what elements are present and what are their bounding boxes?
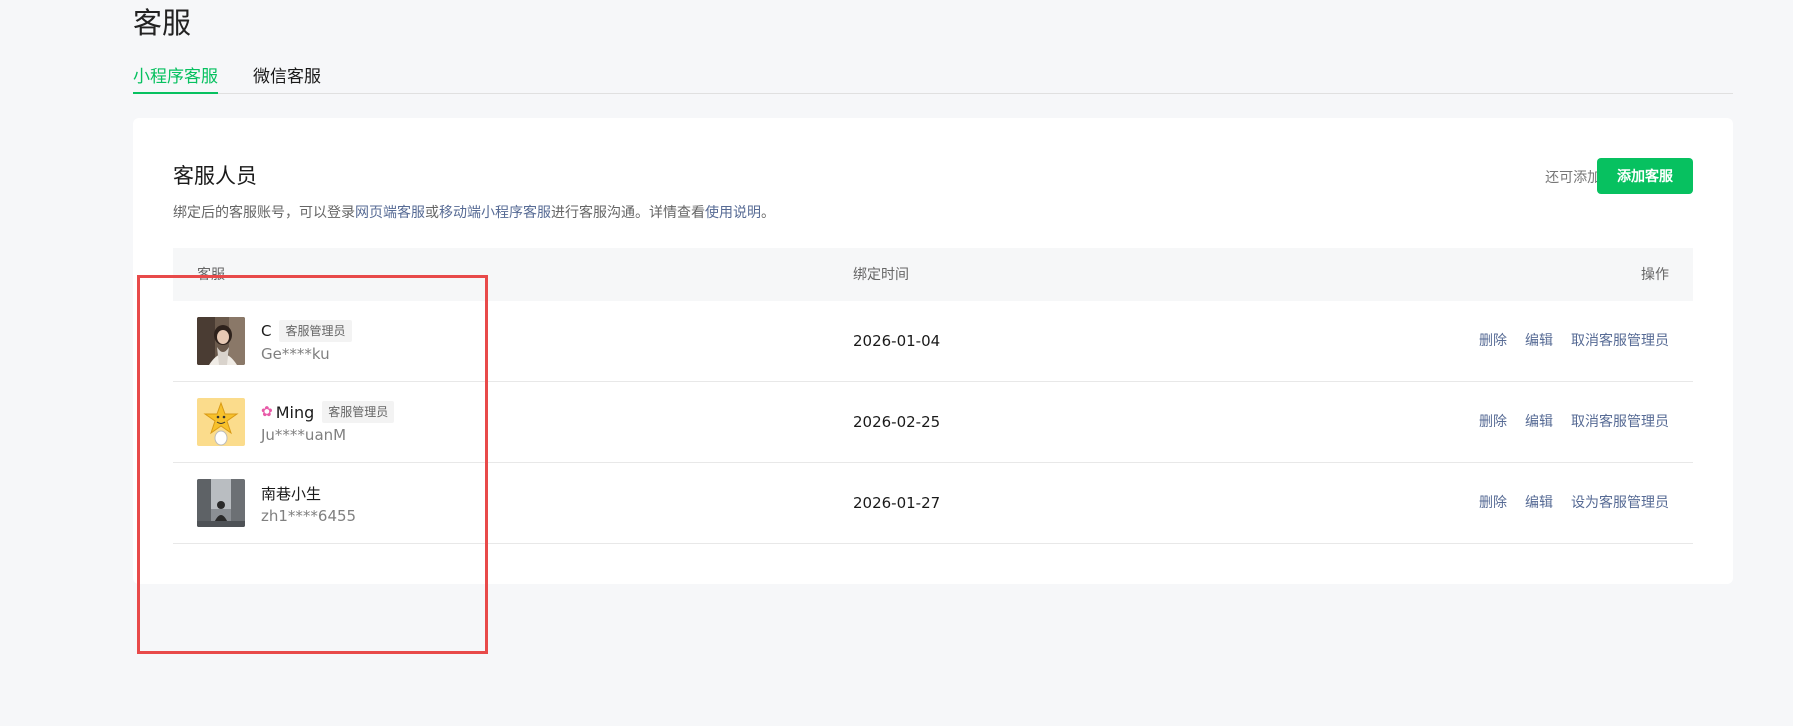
account-id: Ju****uanM <box>261 426 347 444</box>
edit-button[interactable]: 编辑 <box>1525 331 1553 351</box>
bind-time: 2026-02-25 <box>853 413 941 431</box>
name-line: C 客服管理员 <box>261 319 352 343</box>
table-row: 南巷小生 zh1****6455 2026-01-27 删除 编辑 设为客服管理… <box>173 463 1693 544</box>
edit-button[interactable]: 编辑 <box>1525 412 1553 432</box>
nickname: 南巷小生 <box>261 484 322 503</box>
avatar <box>197 317 245 365</box>
delete-button[interactable]: 删除 <box>1479 412 1507 432</box>
usage-guide-link[interactable]: 使用说明 <box>705 205 761 221</box>
column-header-user: 客服 <box>197 267 225 283</box>
web-service-link[interactable]: 网页端客服 <box>355 205 425 221</box>
avatar <box>197 479 245 527</box>
admin-badge: 客服管理员 <box>322 401 395 423</box>
nickname: C <box>261 322 272 340</box>
delete-button[interactable]: 删除 <box>1479 331 1507 351</box>
name-line: 南巷小生 <box>261 481 321 505</box>
row-actions: 删除 编辑 设为客服管理员 <box>1479 493 1669 513</box>
admin-badge: 客服管理员 <box>279 320 352 342</box>
mobile-service-link[interactable]: 移动端小程序客服 <box>439 205 551 221</box>
row-actions: 删除 编辑 取消客服管理员 <box>1479 331 1669 351</box>
tab-miniprogram-service[interactable]: 小程序客服 <box>133 66 218 94</box>
desc-text: 。 <box>761 205 775 221</box>
page-title: 客服 <box>133 6 192 40</box>
cancel-admin-button[interactable]: 取消客服管理员 <box>1571 331 1669 351</box>
edit-button[interactable]: 编辑 <box>1525 493 1553 513</box>
column-header-time: 绑定时间 <box>853 267 909 283</box>
add-service-button[interactable]: 添加客服 <box>1597 158 1693 194</box>
account-id: zh1****6455 <box>261 507 357 525</box>
avatar <box>197 398 245 446</box>
tab-wechat-service[interactable]: 微信客服 <box>253 66 321 88</box>
service-staff-card: 客服人员 绑定后的客服账号，可以登录网页端客服或移动端小程序客服进行客服沟通。详… <box>133 118 1733 584</box>
table-row: C 客服管理员 Ge****ku 2026-01-04 删除 编辑 取消客服管理… <box>173 301 1693 382</box>
name-line: ✿ Ming 客服管理员 <box>261 400 395 424</box>
cancel-admin-button[interactable]: 取消客服管理员 <box>1571 412 1669 432</box>
desc-text: 或 <box>425 205 439 221</box>
set-admin-button[interactable]: 设为客服管理员 <box>1571 493 1669 513</box>
delete-button[interactable]: 删除 <box>1479 493 1507 513</box>
account-id: Ge****ku <box>261 345 330 363</box>
staff-table: 客服 绑定时间 操作 C 客服管理员 Ge****ku 2026-01-04 删… <box>173 248 1693 544</box>
section-title: 客服人员 <box>173 164 257 188</box>
nickname: Ming <box>275 402 315 422</box>
bind-time: 2026-01-27 <box>853 494 941 512</box>
table-header: 客服 绑定时间 操作 <box>173 248 1693 301</box>
desc-text: 绑定后的客服账号，可以登录 <box>173 205 355 221</box>
tab-bar: 小程序客服 微信客服 <box>133 64 1733 94</box>
desc-text: 进行客服沟通。详情查看 <box>551 205 705 221</box>
flower-icon: ✿ <box>261 404 273 420</box>
column-header-op: 操作 <box>1641 267 1669 283</box>
row-actions: 删除 编辑 取消客服管理员 <box>1479 412 1669 432</box>
table-row: ✿ Ming 客服管理员 Ju****uanM 2026-02-25 删除 编辑… <box>173 382 1693 463</box>
section-description: 绑定后的客服账号，可以登录网页端客服或移动端小程序客服进行客服沟通。详情查看使用… <box>173 203 775 223</box>
bind-time: 2026-01-04 <box>853 332 941 350</box>
